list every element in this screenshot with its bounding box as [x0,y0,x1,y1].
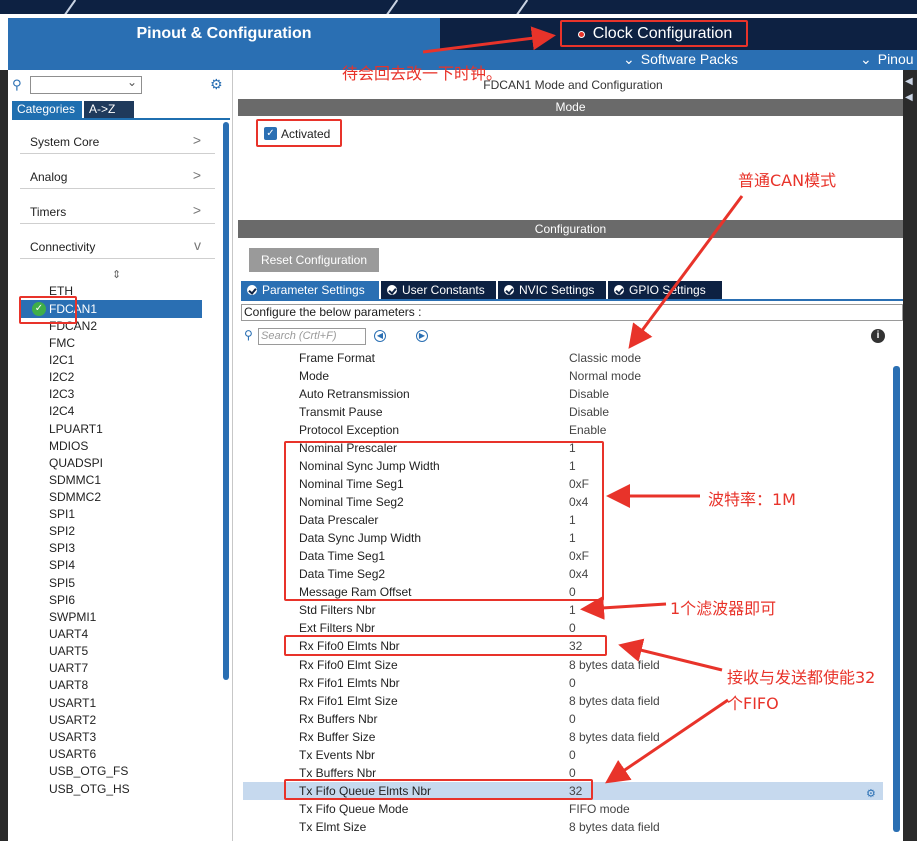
annotation-arrows [422,26,744,784]
arrow-to-clock [422,26,556,54]
arrow-to-rx-fifo [618,638,723,672]
arrow-to-tx-fifo [605,698,729,784]
arrow-to-std-filters [580,595,667,620]
arrow-to-frame-format [628,195,744,349]
